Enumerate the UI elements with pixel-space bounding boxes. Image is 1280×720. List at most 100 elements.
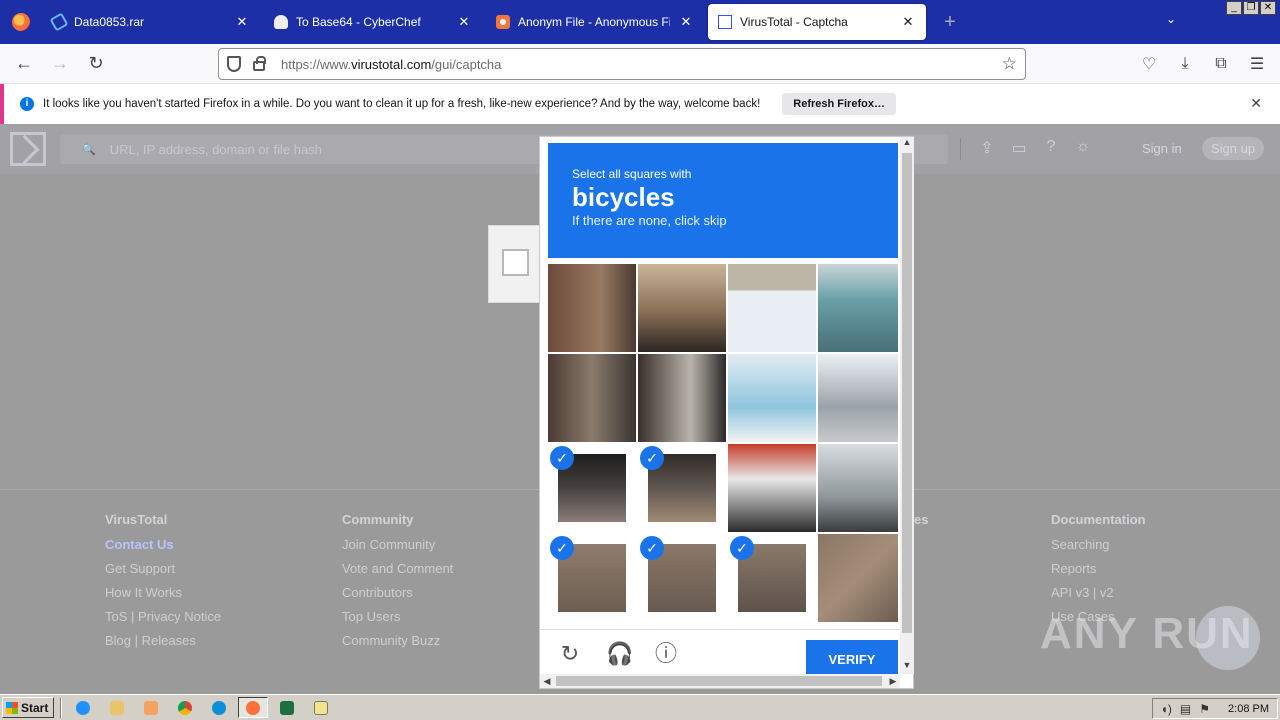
download-icon[interactable]: ⤓ xyxy=(1170,48,1200,80)
captcha-tile[interactable] xyxy=(548,264,636,352)
tab-cyberchef[interactable]: To Base64 - CyberChef ✕ xyxy=(264,4,482,40)
network-icon[interactable]: ▤ xyxy=(1180,702,1191,716)
tab-anonfile[interactable]: Anonym File - Anonymous File Uplo ✕ xyxy=(486,4,704,40)
menu-icon[interactable]: ☰ xyxy=(1242,48,1272,80)
captcha-tile-image xyxy=(818,444,898,532)
close-icon[interactable]: ✕ xyxy=(1250,95,1262,112)
captcha-tile[interactable]: ✓ xyxy=(548,444,636,532)
sign-in-link[interactable]: Sign in xyxy=(1142,141,1182,156)
chrome-icon[interactable] xyxy=(170,697,200,718)
footer-link[interactable]: Contributors xyxy=(342,585,453,609)
help-icon[interactable]: ? xyxy=(1042,138,1060,158)
theme-icon[interactable]: ☼ xyxy=(1074,138,1092,158)
captcha-tile[interactable] xyxy=(728,444,816,532)
reload-button[interactable]: ↻ xyxy=(78,48,114,80)
captcha-tile[interactable]: ✓ xyxy=(548,534,636,622)
back-button[interactable]: ← xyxy=(6,48,42,80)
scroll-right-arrow-icon[interactable]: ▶ xyxy=(886,674,900,688)
audio-challenge-icon[interactable]: 🎧 xyxy=(606,642,633,666)
scroll-thumb[interactable] xyxy=(556,676,882,686)
captcha-tile[interactable] xyxy=(638,354,726,442)
close-window-button[interactable]: ✕ xyxy=(1260,1,1276,15)
footer-link[interactable]: Contact Us xyxy=(105,537,221,561)
edge-icon[interactable] xyxy=(204,697,234,718)
captcha-tile[interactable] xyxy=(818,534,898,622)
footer-link[interactable]: Community Buzz xyxy=(342,633,453,657)
footer-col-partial: es xyxy=(914,512,928,537)
windows-flag-icon xyxy=(6,701,18,714)
firefox-taskbar-icon[interactable] xyxy=(238,697,268,718)
recaptcha-checkbox[interactable] xyxy=(502,249,529,276)
tab-virustotal[interactable]: VirusTotal - Captcha ✕ xyxy=(708,4,926,40)
virustotal-icon xyxy=(718,15,732,29)
footer-heading: Community xyxy=(342,512,414,527)
captcha-tile[interactable]: ✓ xyxy=(728,534,816,622)
virustotal-logo-icon[interactable] xyxy=(10,132,46,166)
chat-icon[interactable]: ▭ xyxy=(1010,138,1028,158)
footer-link[interactable]: Blog | Releases xyxy=(105,633,221,657)
volume-icon[interactable]: ◖) xyxy=(1161,702,1172,716)
start-button[interactable]: Start xyxy=(2,697,54,718)
media-player-icon[interactable] xyxy=(136,697,166,718)
url-path: /gui/captcha xyxy=(431,56,502,72)
pocket-icon[interactable]: ♡ xyxy=(1134,48,1164,80)
upload-icon[interactable]: ⇪ xyxy=(978,138,996,158)
verify-button[interactable]: VERIFY xyxy=(806,640,898,674)
vertical-scrollbar[interactable]: ▲ ▼ xyxy=(900,137,914,674)
footer-link[interactable]: Searching xyxy=(1051,537,1146,561)
scroll-thumb[interactable] xyxy=(902,153,912,633)
footer-link[interactable]: Get Support xyxy=(105,561,221,585)
restore-button[interactable]: ❐ xyxy=(1243,1,1259,15)
info-icon[interactable]: ⓘ xyxy=(654,642,678,666)
scroll-left-arrow-icon[interactable]: ◀ xyxy=(540,674,554,688)
url-host: virustotal.com xyxy=(351,56,432,72)
footer-link[interactable]: Reports xyxy=(1051,561,1146,585)
url-bar[interactable]: https://www. virustotal.com/gui/captcha ☆ xyxy=(218,48,1026,80)
captcha-tile[interactable] xyxy=(638,264,726,352)
footer-link[interactable]: Join Community xyxy=(342,537,453,561)
bookmark-star-icon[interactable]: ☆ xyxy=(1002,54,1017,74)
captcha-tile[interactable] xyxy=(728,354,816,442)
ie-icon[interactable] xyxy=(68,697,98,718)
footer-link[interactable]: API v3 | v2 xyxy=(1051,585,1146,609)
close-tab-icon[interactable]: ✕ xyxy=(456,14,472,30)
new-tab-button[interactable]: + xyxy=(930,0,970,44)
close-tab-icon[interactable]: ✕ xyxy=(900,14,916,30)
firefox-menu[interactable] xyxy=(0,0,42,44)
reload-icon[interactable]: ↻ xyxy=(558,642,582,666)
lock-icon[interactable] xyxy=(253,56,266,71)
tab-list-chevron-icon[interactable]: ⌄ xyxy=(1166,12,1176,26)
footer-link[interactable]: ToS | Privacy Notice xyxy=(105,609,221,633)
scroll-up-arrow-icon[interactable]: ▲ xyxy=(900,137,914,151)
captcha-tile[interactable] xyxy=(548,354,636,442)
notification-flag-icon[interactable]: ⚑ xyxy=(1199,702,1210,716)
captcha-tile[interactable]: ✓ xyxy=(638,534,726,622)
horizontal-scrollbar[interactable]: ◀ ▶ xyxy=(540,674,900,688)
page-content: 🔍 URL, IP address, domain or file hash ⇪… xyxy=(0,124,1280,694)
captcha-tile[interactable]: ✓ xyxy=(638,444,726,532)
tab-data0853[interactable]: Data0853.rar ✕ xyxy=(42,4,260,40)
captcha-tile[interactable] xyxy=(818,264,898,352)
clock[interactable]: 2:08 PM xyxy=(1228,703,1269,715)
explorer-icon[interactable] xyxy=(102,697,132,718)
refresh-firefox-button[interactable]: Refresh Firefox… xyxy=(782,93,896,115)
forward-button[interactable]: → xyxy=(42,48,78,80)
captcha-tile[interactable] xyxy=(818,354,898,442)
info-icon: i xyxy=(20,97,34,111)
notepad-icon[interactable] xyxy=(306,697,336,718)
tracking-shield-icon[interactable] xyxy=(227,56,241,72)
captcha-tile[interactable] xyxy=(818,444,898,532)
footer-link[interactable]: How It Works xyxy=(105,585,221,609)
close-tab-icon[interactable]: ✕ xyxy=(678,14,694,30)
quick-launch xyxy=(68,697,336,718)
sign-up-button[interactable]: Sign up xyxy=(1202,137,1265,160)
close-tab-icon[interactable]: ✕ xyxy=(234,14,250,30)
captcha-tile-image xyxy=(728,354,816,442)
footer-link[interactable]: Vote and Comment xyxy=(342,561,453,585)
captcha-tile[interactable] xyxy=(728,264,816,352)
scroll-down-arrow-icon[interactable]: ▼ xyxy=(900,660,914,674)
extensions-icon[interactable]: ⧉ xyxy=(1206,48,1236,80)
minimize-button[interactable]: _ xyxy=(1226,1,1242,15)
footer-link[interactable]: Top Users xyxy=(342,609,453,633)
excel-icon[interactable] xyxy=(272,697,302,718)
